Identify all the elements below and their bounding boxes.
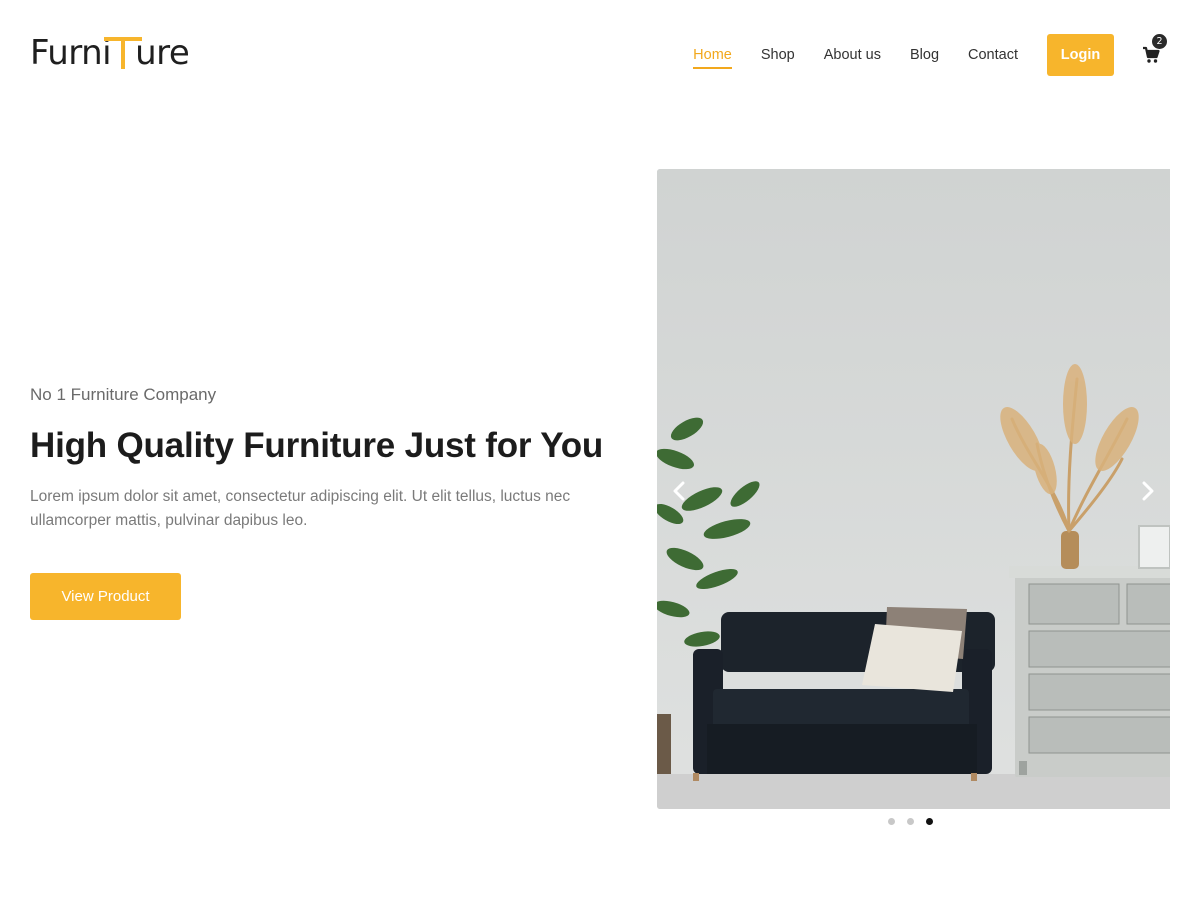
carousel-next-button[interactable] [1136, 479, 1160, 503]
site-header: Furni ure Home Shop About us Blog Contac… [0, 0, 1200, 110]
logo-wordmark: Furni ure [30, 28, 190, 78]
nav-item-about-us[interactable]: About us [824, 43, 881, 67]
hero-subtitle: No 1 Furniture Company [30, 385, 217, 404]
living-room-photo [657, 169, 1170, 809]
carousel-prev-button[interactable] [667, 479, 691, 503]
view-product-button[interactable]: View Product [30, 573, 181, 620]
carousel-dot[interactable] [907, 818, 914, 825]
main-nav: Home Shop About us Blog Contact Login 2 [664, 33, 1200, 77]
brand-logo[interactable]: Furni ure [30, 28, 190, 78]
chevron-left-icon [673, 481, 685, 501]
carousel-dot[interactable] [888, 818, 895, 825]
nav-item-home[interactable]: Home [693, 43, 732, 69]
cart-count-badge: 2 [1152, 34, 1167, 49]
logo-text-left: Furni [30, 33, 112, 73]
hero-title: High Quality Furniture Just for You [30, 426, 604, 465]
chevron-right-icon [1142, 481, 1154, 501]
carousel-dot-active[interactable] [926, 818, 933, 825]
nav-item-blog[interactable]: Blog [910, 43, 939, 67]
logo-text-right: ure [135, 33, 190, 73]
cart-button[interactable]: 2 [1142, 34, 1167, 64]
hero-carousel[interactable] [657, 169, 1170, 809]
carousel-dots [888, 818, 945, 825]
nav-item-contact[interactable]: Contact [968, 43, 1018, 67]
login-button[interactable]: Login [1047, 34, 1114, 76]
logo-t-mark-icon [104, 35, 143, 71]
hero-description: Lorem ipsum dolor sit amet, consectetur … [30, 488, 571, 529]
nav-item-shop[interactable]: Shop [761, 43, 795, 67]
